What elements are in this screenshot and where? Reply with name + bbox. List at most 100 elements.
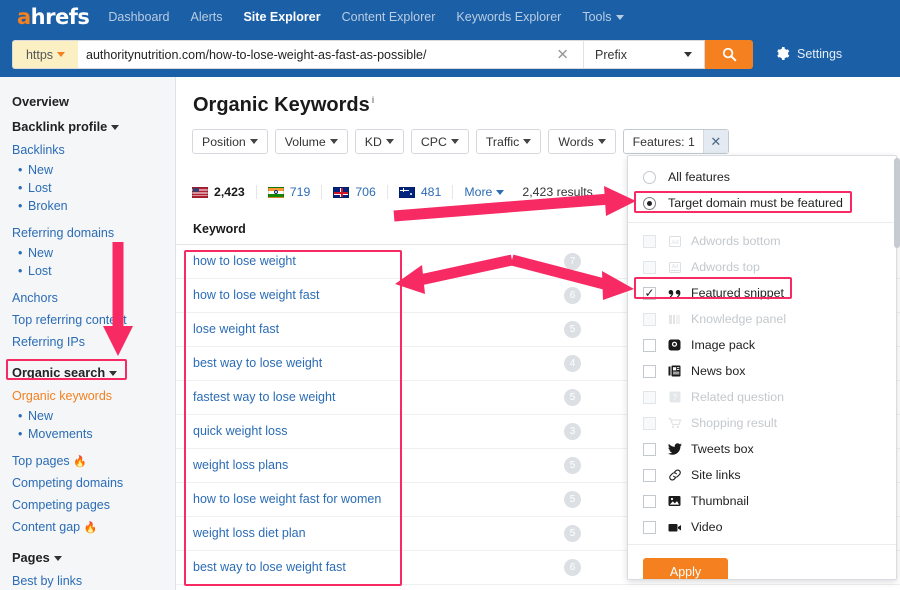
country-stat-in[interactable]: 719 bbox=[268, 185, 323, 199]
sidebar-item-content-gap[interactable]: Content gap 🔥 bbox=[0, 516, 175, 538]
position-badge: 3 bbox=[564, 423, 581, 440]
match-mode-select[interactable]: Prefix bbox=[583, 40, 705, 69]
nav-item-dashboard[interactable]: Dashboard bbox=[108, 10, 169, 24]
keyword-cell[interactable]: quick weight loss bbox=[193, 424, 288, 438]
filter-volume[interactable]: Volume bbox=[275, 129, 348, 154]
country-stat-au[interactable]: 481 bbox=[399, 185, 454, 199]
filter-traffic[interactable]: Traffic bbox=[476, 129, 541, 154]
filter-cpc[interactable]: CPC bbox=[411, 129, 469, 154]
dropdown-checkbox-shopping-result: Shopping result bbox=[628, 410, 896, 436]
keyword-cell[interactable]: weight loss plans bbox=[193, 458, 288, 472]
sidebar-group-organic-search[interactable]: Organic search bbox=[0, 360, 175, 385]
results-count: 2,423 results bbox=[522, 185, 592, 199]
dropdown-checkbox-thumbnail[interactable]: Thumbnail bbox=[628, 488, 896, 514]
filter-position[interactable]: Position bbox=[192, 129, 268, 154]
position-badge: 5 bbox=[564, 491, 581, 508]
radio-icon[interactable] bbox=[643, 197, 656, 210]
top-navigation-bar: ahrefs Dashboard Alerts Site Explorer Co… bbox=[0, 0, 900, 77]
sidebar-item-referring-domains[interactable]: Referring domains bbox=[0, 222, 175, 244]
chevron-down-icon bbox=[496, 190, 504, 195]
keyword-cell[interactable]: fastest way to lose weight bbox=[193, 390, 335, 404]
checkbox-icon[interactable] bbox=[643, 443, 656, 456]
keyword-cell[interactable]: best way to lose weight bbox=[193, 356, 322, 370]
logo-text-rest: hrefs bbox=[31, 5, 90, 29]
keyword-cell[interactable]: lose weight fast bbox=[193, 322, 279, 336]
dropdown-checkbox-image-pack[interactable]: Image pack bbox=[628, 332, 896, 358]
sidebar-group-backlink-profile[interactable]: Backlink profile bbox=[0, 114, 175, 139]
apply-button[interactable]: Apply bbox=[643, 558, 728, 580]
keyword-cell[interactable]: how to lose weight fast for women bbox=[193, 492, 381, 506]
filter-features[interactable]: Features: 1 ✕ bbox=[623, 129, 729, 154]
keyword-cell[interactable]: how to lose weight bbox=[193, 254, 296, 268]
checkbox-icon[interactable] bbox=[643, 469, 656, 482]
position-badge: 5 bbox=[564, 525, 581, 542]
sidebar-item-top-referring-content[interactable]: Top referring content bbox=[0, 309, 175, 331]
close-icon[interactable]: ✕ bbox=[703, 130, 728, 153]
sidebar-item-backlinks-new[interactable]: New bbox=[0, 161, 175, 179]
nav-item-tools[interactable]: Tools bbox=[582, 10, 623, 24]
svg-text:Ad: Ad bbox=[671, 264, 678, 270]
dropdown-option-target-domain-featured[interactable]: Target domain must be featured bbox=[628, 190, 896, 216]
url-input[interactable]: authoritynutrition.com/how-to-lose-weigh… bbox=[78, 40, 583, 69]
features-dropdown-panel: All features Target domain must be featu… bbox=[627, 155, 897, 580]
dropdown-checkbox-site-links[interactable]: Site links bbox=[628, 462, 896, 488]
dropdown-checkbox-label: Adwords top bbox=[691, 260, 760, 274]
checkbox-icon[interactable] bbox=[643, 339, 656, 352]
sidebar-item-backlinks-lost[interactable]: Lost bbox=[0, 179, 175, 197]
sidebar-item-competing-pages[interactable]: Competing pages bbox=[0, 494, 175, 516]
filter-features-label: Features: 1 bbox=[633, 135, 695, 149]
nav-item-content-explorer[interactable]: Content Explorer bbox=[342, 10, 436, 24]
keyword-cell[interactable]: weight loss diet plan bbox=[193, 526, 306, 540]
sidebar-item-refdomains-new[interactable]: New bbox=[0, 244, 175, 262]
checkbox-icon[interactable] bbox=[643, 521, 656, 534]
fire-icon: 🔥 bbox=[73, 456, 87, 468]
nav-item-alerts[interactable]: Alerts bbox=[191, 10, 223, 24]
sidebar-item-overview[interactable]: Overview bbox=[0, 89, 175, 114]
search-icon bbox=[722, 47, 737, 62]
search-button[interactable] bbox=[705, 40, 753, 69]
protocol-value: https bbox=[26, 48, 53, 62]
protocol-select[interactable]: https bbox=[12, 40, 78, 69]
column-header-keyword[interactable]: Keyword bbox=[193, 222, 246, 236]
chevron-down-icon bbox=[330, 139, 338, 144]
more-countries-link[interactable]: More bbox=[464, 185, 504, 199]
filter-kd[interactable]: KD bbox=[355, 129, 404, 154]
radio-icon[interactable] bbox=[643, 171, 656, 184]
dropdown-option-label: Target domain must be featured bbox=[668, 196, 843, 210]
country-stat-au-value: 481 bbox=[421, 185, 442, 199]
dropdown-checkbox-featured-snippet[interactable]: ✓ Featured snippet bbox=[628, 280, 896, 306]
keyword-cell[interactable]: best way to lose weight fast bbox=[193, 560, 346, 574]
dropdown-checkbox-video[interactable]: Video bbox=[628, 514, 896, 540]
sidebar-item-backlinks[interactable]: Backlinks bbox=[0, 139, 175, 161]
checkbox-icon[interactable] bbox=[643, 495, 656, 508]
ahrefs-logo[interactable]: ahrefs bbox=[17, 5, 89, 29]
dropdown-scrollbar[interactable] bbox=[894, 158, 900, 248]
dropdown-checkbox-tweets-box[interactable]: Tweets box bbox=[628, 436, 896, 462]
sidebar-item-referring-ips[interactable]: Referring IPs bbox=[0, 331, 175, 353]
sidebar-item-anchors[interactable]: Anchors bbox=[0, 287, 175, 309]
close-icon[interactable]: ✕ bbox=[556, 47, 569, 62]
sidebar-item-best-by-links[interactable]: Best by links bbox=[0, 570, 175, 590]
country-stat-us[interactable]: 2,423 bbox=[192, 185, 257, 199]
sidebar-item-organic-new[interactable]: New bbox=[0, 407, 175, 425]
dropdown-option-all-features[interactable]: All features bbox=[628, 164, 896, 190]
checkbox-icon[interactable] bbox=[643, 365, 656, 378]
sidebar-item-backlinks-broken[interactable]: Broken bbox=[0, 197, 175, 215]
sidebar-item-organic-movements[interactable]: Movements bbox=[0, 425, 175, 443]
sidebar-item-top-pages[interactable]: Top pages 🔥 bbox=[0, 450, 175, 472]
dropdown-checkbox-news-box[interactable]: News box bbox=[628, 358, 896, 384]
sidebar-item-refdomains-lost[interactable]: Lost bbox=[0, 262, 175, 280]
settings-button[interactable]: Settings bbox=[775, 46, 842, 61]
country-stat-gb[interactable]: 706 bbox=[333, 185, 388, 199]
sidebar-item-competing-domains[interactable]: Competing domains bbox=[0, 472, 175, 494]
sidebar-group-pages[interactable]: Pages bbox=[0, 545, 175, 570]
nav-item-keywords-explorer[interactable]: Keywords Explorer bbox=[456, 10, 561, 24]
nav-item-site-explorer[interactable]: Site Explorer bbox=[243, 10, 320, 24]
filter-words[interactable]: Words bbox=[548, 129, 615, 154]
sidebar-item-organic-keywords[interactable]: Organic keywords bbox=[0, 385, 175, 407]
chevron-down-icon bbox=[109, 371, 117, 376]
dropdown-checkbox-label: Image pack bbox=[691, 338, 755, 352]
keyword-cell[interactable]: how to lose weight fast bbox=[193, 288, 319, 302]
checkbox-icon[interactable]: ✓ bbox=[643, 287, 656, 300]
info-icon[interactable]: i bbox=[372, 95, 375, 105]
